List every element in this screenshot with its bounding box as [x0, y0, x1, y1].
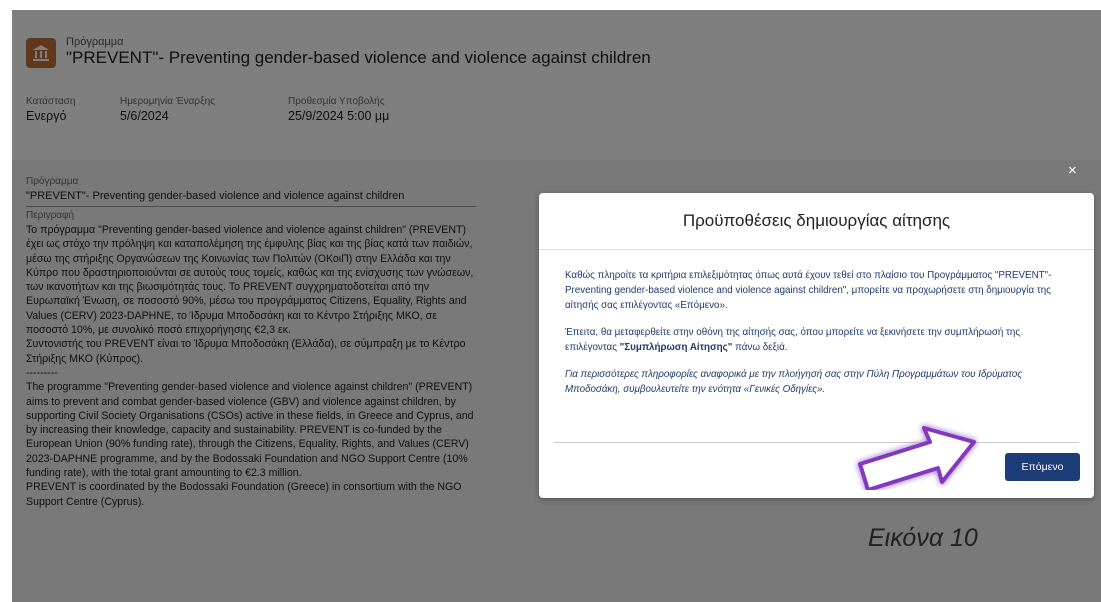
modal-paragraph: Έπειτα, θα μεταφερθείτε στην οθόνη της α…: [565, 325, 1068, 355]
modal-paragraph-italic: Για περισσότερες πληροφορίες αναφορικά μ…: [565, 369, 1023, 395]
modal-paragraph: Καθώς πληροίτε τα κριτήρια επιλεξιμότητα…: [565, 270, 1052, 311]
modal-title: Προϋποθέσεις δημιουργίας αίτησης: [539, 193, 1094, 250]
modal-divider: [554, 442, 1079, 443]
application-prerequisites-modal: Προϋποθέσεις δημιουργίας αίτησης Καθώς π…: [539, 193, 1094, 498]
close-icon[interactable]: ×: [1068, 162, 1077, 179]
next-button[interactable]: Επόμενο: [1005, 453, 1080, 481]
figure-caption: Εικόνα 10: [868, 524, 978, 552]
modal-body: Καθώς πληροίτε τα κριτήρια επιλεξιμότητα…: [539, 250, 1094, 397]
modal-bold-text: "Συμπλήρωση Αίτησης": [619, 342, 733, 353]
modal-text: πάνω δεξιά.: [732, 342, 788, 353]
pointer-arrow-icon: [858, 426, 976, 490]
program-page: Πρόγραμμα "PREVENT"- Preventing gender-b…: [12, 10, 1101, 602]
